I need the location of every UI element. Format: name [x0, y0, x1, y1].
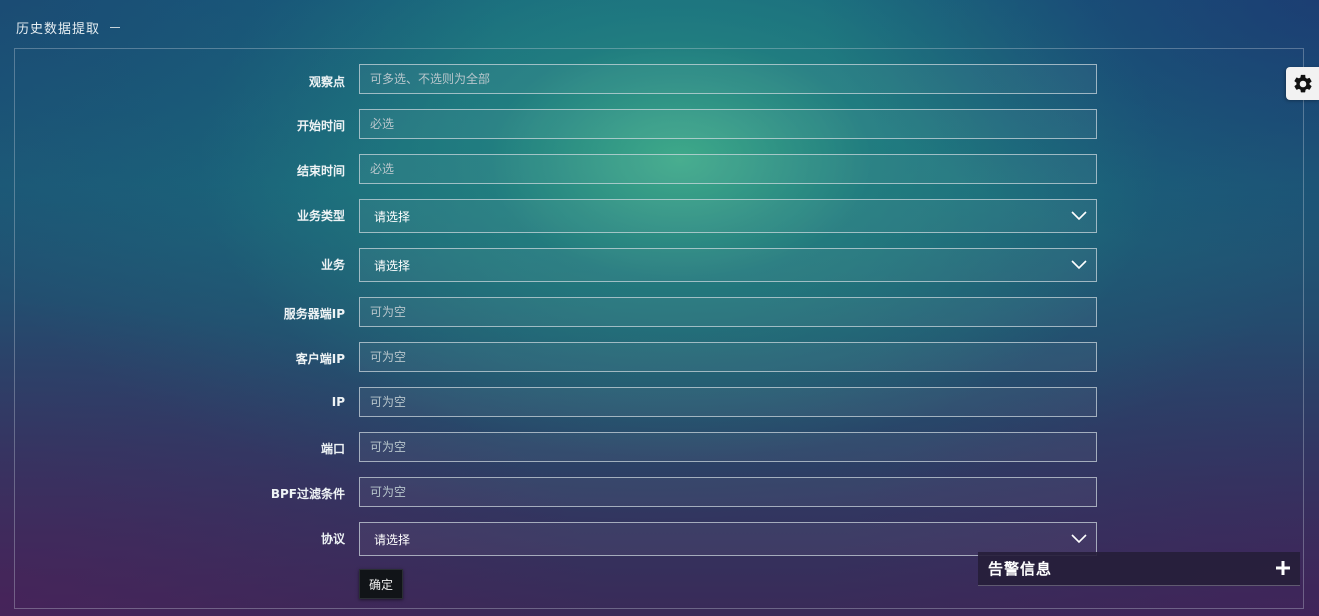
- server-ip-label: 服务器端IP: [283, 307, 345, 321]
- bpf-filter-label: BPF过滤条件: [270, 487, 345, 501]
- page-header: 历史数据提取: [16, 18, 121, 37]
- protocol-value: 请选择: [374, 532, 411, 547]
- bpf-filter-input[interactable]: [359, 477, 1097, 507]
- form-panel: 观察点 开始时间 结束时间 业务类型 请选择 业务 请选择 服务器端IP 客户端…: [14, 48, 1304, 609]
- alert-panel-title: 告警信息: [988, 560, 1053, 578]
- end-time-input[interactable]: [359, 154, 1097, 184]
- chevron-down-icon: [1071, 534, 1087, 544]
- observation-point-input[interactable]: [359, 64, 1097, 94]
- client-ip-label: 客户端IP: [295, 352, 345, 366]
- port-label: 端口: [320, 442, 345, 456]
- business-type-value: 请选择: [374, 209, 411, 224]
- business-select[interactable]: 请选择: [359, 248, 1097, 282]
- business-value: 请选择: [374, 258, 411, 273]
- ip-label: IP: [331, 395, 345, 409]
- gear-icon: [1293, 74, 1312, 92]
- business-type-label: 业务类型: [296, 209, 345, 223]
- minus-icon[interactable]: [110, 27, 121, 28]
- business-type-select[interactable]: 请选择: [359, 199, 1097, 233]
- ip-input[interactable]: [359, 387, 1097, 417]
- business-label: 业务: [320, 258, 345, 272]
- start-time-input[interactable]: [359, 109, 1097, 139]
- plus-icon[interactable]: [1276, 561, 1290, 575]
- start-time-label: 开始时间: [296, 119, 345, 133]
- page-title: 历史数据提取: [16, 22, 101, 37]
- end-time-label: 结束时间: [296, 164, 345, 178]
- observation-point-label: 观察点: [308, 75, 345, 89]
- server-ip-input[interactable]: [359, 297, 1097, 327]
- chevron-down-icon: [1071, 211, 1087, 221]
- submit-button[interactable]: 确定: [359, 569, 403, 599]
- port-input[interactable]: [359, 432, 1097, 462]
- settings-button[interactable]: [1286, 67, 1319, 100]
- protocol-select[interactable]: 请选择: [359, 522, 1097, 556]
- alert-panel: 告警信息: [978, 552, 1300, 586]
- client-ip-input[interactable]: [359, 342, 1097, 372]
- protocol-label: 协议: [320, 532, 345, 546]
- chevron-down-icon: [1071, 260, 1087, 270]
